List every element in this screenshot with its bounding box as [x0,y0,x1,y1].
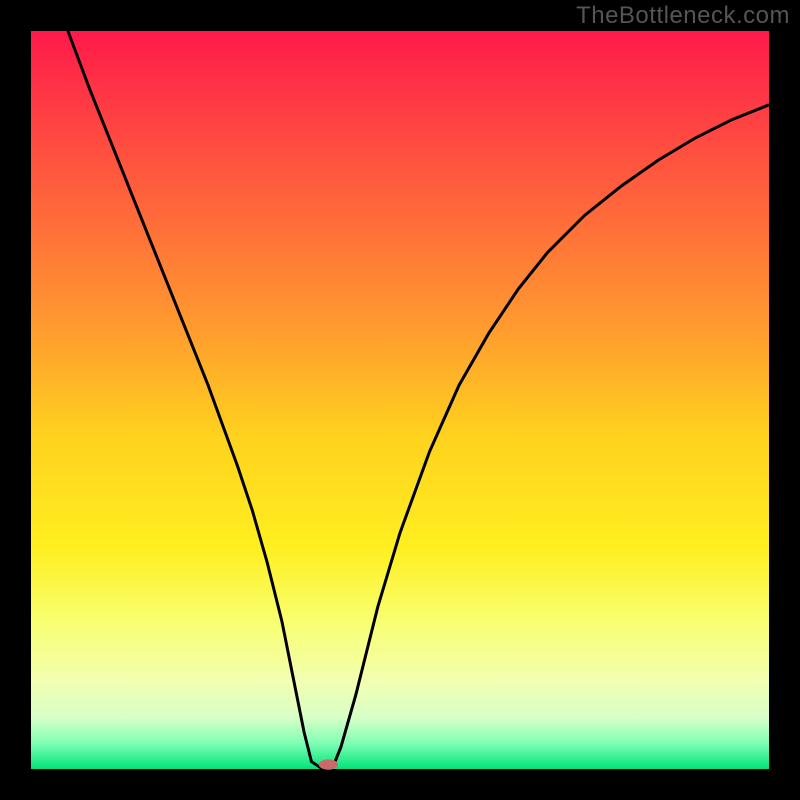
chart-container: TheBottleneck.com [0,0,800,800]
watermark-text: TheBottleneck.com [576,2,790,30]
bottleneck-chart [0,0,800,800]
plot-background [31,31,769,769]
optimum-marker [319,759,338,769]
